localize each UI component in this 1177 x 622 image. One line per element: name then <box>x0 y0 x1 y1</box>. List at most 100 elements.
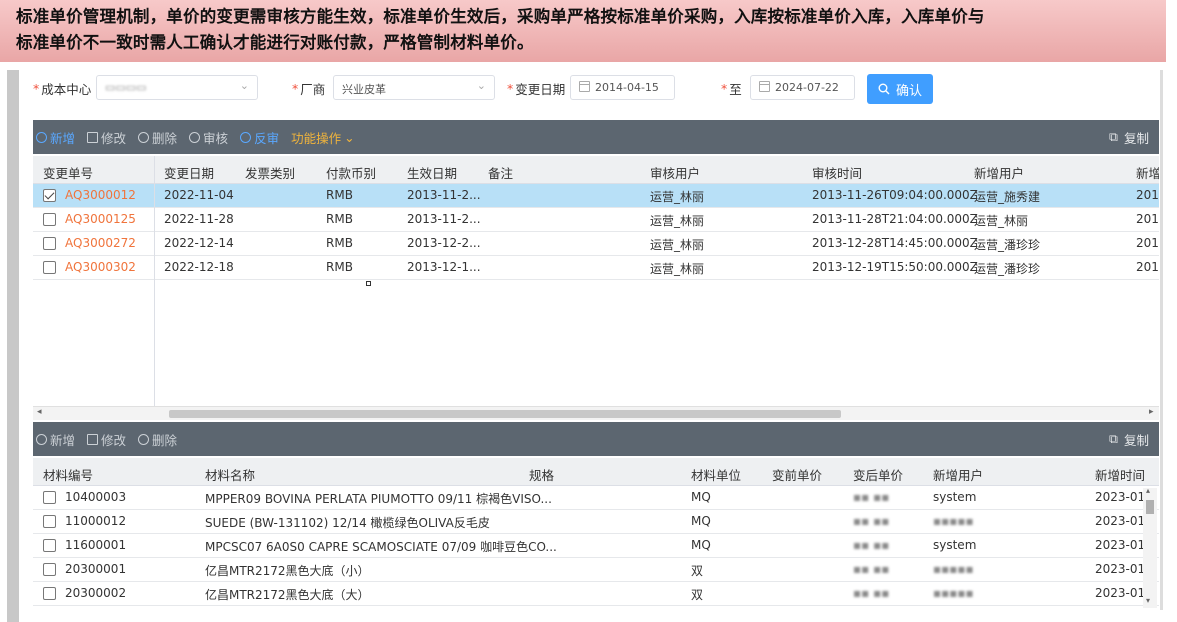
table-row[interactable]: 20300002 亿昌MTR2172黑色大底（大）双 2023-01-1 ▪▪ ▪▪ ▪… <box>33 582 1159 606</box>
cost-center-label: * 成本中心 <box>33 80 92 97</box>
cell-creator: 运营_施秀建 <box>974 190 1041 204</box>
change-order-link[interactable]: AQ3000012 <box>65 188 136 202</box>
bottom-toolbar: 新增 修改 删除 ⧉ 复制 <box>33 422 1159 456</box>
table-row[interactable]: 11600001 MPCSC07 6A0S0 CAPRE SCAMOSCIATE … <box>33 534 1159 558</box>
redacted-price: ▪▪ ▪▪ <box>853 562 890 576</box>
cell-created: 2013 <box>1136 188 1159 202</box>
copy-detail-button[interactable]: ⧉ 复制 <box>1109 430 1149 449</box>
cell-currency: RMB <box>326 260 353 274</box>
cell-effective: 2013-11-2... <box>407 212 481 226</box>
cell-date: 2022-11-04 <box>164 188 234 202</box>
redacted-user: ▪▪▪▪▪ <box>933 586 974 600</box>
cell-created: 2013 <box>1136 236 1159 250</box>
calendar-icon <box>759 81 770 92</box>
row-checkbox[interactable] <box>43 213 56 226</box>
left-scrollbar[interactable] <box>7 70 19 622</box>
vendor-select[interactable]: 兴业皮革 ⌄ <box>333 75 495 100</box>
cell-unit: MQ <box>691 538 711 552</box>
date-from-input[interactable]: 2014-04-15 <box>570 75 675 100</box>
change-order-link[interactable]: AQ3000302 <box>65 260 136 274</box>
change-order-link[interactable]: AQ3000125 <box>65 212 136 226</box>
confirm-button[interactable]: 确认 <box>867 74 933 104</box>
cost-center-select[interactable]: ▭▭▭▭ ⌄ <box>96 75 258 100</box>
row-checkbox[interactable] <box>43 515 56 528</box>
cell-name: MPPER09 BOVINA PERLATA PIUMOTTO 09/11 棕褐… <box>205 492 552 506</box>
cell-audit_time: 2013-11-28T21:04:00.000Z <box>812 212 978 226</box>
row-checkbox[interactable] <box>43 563 56 576</box>
add-button[interactable]: 新增 <box>36 128 75 147</box>
copy-icon: ⧉ <box>1109 431 1118 446</box>
minus-circle-icon <box>138 131 150 143</box>
banner: 标准单价管理机制，单价的变更需审核方能生效，标准单价生效后，采购单严格按标准单价… <box>0 0 1166 62</box>
vertical-scroll-thumb[interactable] <box>1146 500 1154 514</box>
check-circle-icon <box>189 131 201 143</box>
chevron-down-icon: ⌄ <box>344 129 355 145</box>
row-checkbox[interactable] <box>43 587 56 600</box>
scroll-left-icon[interactable]: ◂ <box>37 407 42 417</box>
row-checkbox[interactable] <box>43 237 56 250</box>
cell-effective: 2013-11-2... <box>407 188 481 202</box>
cell-user: system <box>933 490 977 504</box>
top-table: 变更单号 变更日期 发票类别 付款币别 生效日期 备注 审核用户 审核时间 新增… <box>33 156 1159 406</box>
date-to-input[interactable]: 2024-07-22 <box>750 75 855 100</box>
cell-code: 11600001 <box>65 538 127 552</box>
audit-button[interactable]: 审核 <box>189 128 228 147</box>
horizontal-scroll-thumb[interactable] <box>169 410 841 418</box>
scroll-up-icon[interactable]: ▴ <box>1146 486 1150 495</box>
cell-effective: 2013-12-1... <box>407 260 481 274</box>
delete-detail-button[interactable]: 删除 <box>138 430 177 449</box>
copy-button[interactable]: ⧉ 复制 <box>1109 128 1149 147</box>
redacted-user: ▪▪▪▪▪ <box>933 514 974 528</box>
delete-button[interactable]: 删除 <box>138 128 177 147</box>
row-checkbox[interactable] <box>43 539 56 552</box>
functions-dropdown[interactable]: 功能操作 ⌄ <box>291 128 355 147</box>
cell-audit_time: 2013-12-19T15:50:00.000Z <box>812 260 978 274</box>
edit-detail-button[interactable]: 修改 <box>87 430 126 449</box>
cell-currency: RMB <box>326 212 353 226</box>
column-divider <box>154 156 155 406</box>
chevron-down-icon: ⌄ <box>239 79 249 92</box>
unaudit-button[interactable]: 反审 <box>240 128 279 147</box>
cell-auditor: 运营_林丽 <box>650 262 705 276</box>
table-row[interactable]: AQ3000302 2022-12-18 RMB 2013-12-1... 运营_林丽 2… <box>33 256 1159 280</box>
cell-code: 11000012 <box>65 514 127 528</box>
table-row[interactable]: 11000012 SUEDE (BW-131102) 12/14 橄榄绿色OLIV… <box>33 510 1159 534</box>
table-row[interactable]: AQ3000125 2022-11-28 RMB 2013-11-2... 运营_林丽 2… <box>33 208 1159 232</box>
top-table-header: 变更单号 变更日期 发票类别 付款币别 生效日期 备注 审核用户 审核时间 新增… <box>33 156 1159 184</box>
banner-line-2: 标准单价不一致时需人工确认才能进行对账付款，严格管制材料单价。 <box>16 33 534 52</box>
plus-circle-icon <box>36 131 47 143</box>
row-checkbox[interactable] <box>43 491 56 504</box>
edit-button[interactable]: 修改 <box>87 128 126 147</box>
redacted-price: ▪▪ ▪▪ <box>853 490 890 504</box>
cell-name: MPCSC07 6A0S0 CAPRE SCAMOSCIATE 07/09 咖啡… <box>205 540 557 554</box>
cell-creator: 运营_潘珍珍 <box>974 238 1041 252</box>
add-detail-button[interactable]: 新增 <box>36 430 75 449</box>
x-circle-icon <box>240 131 252 143</box>
cell-name: 亿昌MTR2172黑色大底（小） <box>205 564 370 578</box>
edit-icon <box>87 131 99 143</box>
redacted-price: ▪▪ ▪▪ <box>853 538 890 552</box>
bottom-table: 材料编号 材料名称 规格 材料单位 变前单价 变后单价 新增用户 新增时间 10… <box>33 458 1159 610</box>
horizontal-scrollbar[interactable]: ◂ ▸ <box>33 406 1159 420</box>
right-edge <box>1160 70 1163 610</box>
change-order-link[interactable]: AQ3000272 <box>65 236 136 250</box>
scroll-right-icon[interactable]: ▸ <box>1149 407 1154 417</box>
cell-creator: 运营_林丽 <box>974 214 1029 228</box>
table-row[interactable]: AQ3000272 2022-12-14 RMB 2013-12-2... 运营_林丽 2… <box>33 232 1159 256</box>
cell-date: 2022-11-28 <box>164 212 234 226</box>
row-checkbox[interactable] <box>43 189 56 202</box>
table-row[interactable]: 20300001 亿昌MTR2172黑色大底（小）双 2023-01-1 ▪▪ ▪▪ ▪… <box>33 558 1159 582</box>
row-checkbox[interactable] <box>43 261 56 274</box>
scroll-down-icon[interactable]: ▾ <box>1146 596 1150 605</box>
cell-name: SUEDE (BW-131102) 12/14 橄榄绿色OLIVA反毛皮 <box>205 516 490 530</box>
vertical-scrollbar[interactable]: ▴ ▾ <box>1143 486 1157 608</box>
cell-name: 亿昌MTR2172黑色大底（大） <box>205 588 370 602</box>
cell-date: 2022-12-14 <box>164 236 234 250</box>
cursor-marker <box>366 281 371 286</box>
to-label: * 至 <box>721 80 742 97</box>
bottom-table-header: 材料编号 材料名称 规格 材料单位 变前单价 变后单价 新增用户 新增时间 <box>33 458 1159 486</box>
cell-code: 10400003 <box>65 490 127 504</box>
minus-circle-icon <box>138 433 150 445</box>
table-row[interactable]: AQ3000012 2022-11-04 RMB 2013-11-2... 运营_林丽 2… <box>33 184 1159 208</box>
table-row[interactable]: 10400003 MPPER09 BOVINA PERLATA PIUMOTTO … <box>33 486 1159 510</box>
